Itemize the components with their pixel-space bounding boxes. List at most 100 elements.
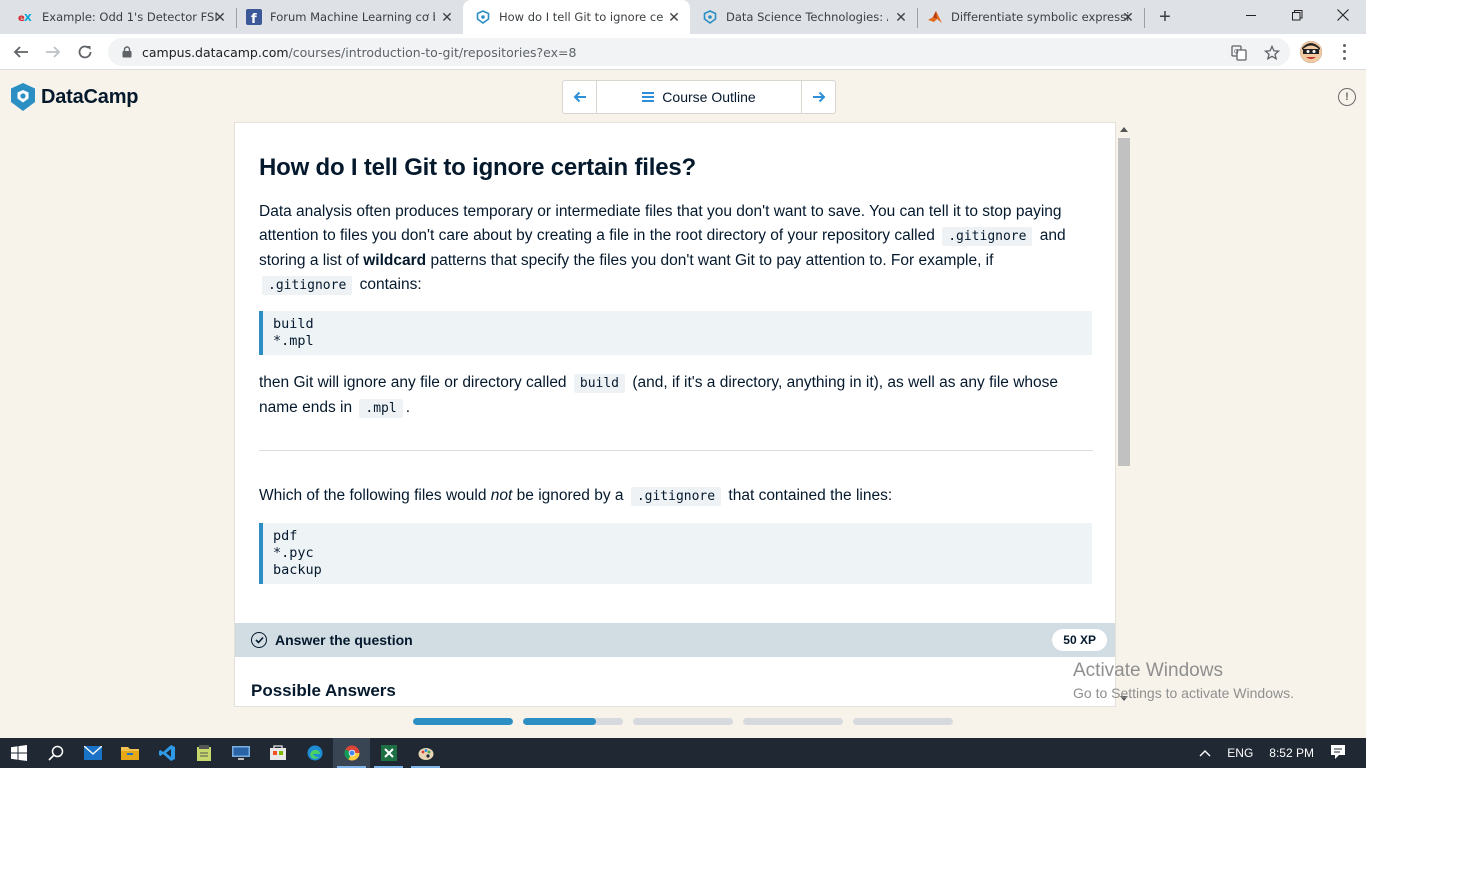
bold-text: wildcard	[363, 252, 427, 269]
bookmark-star-icon[interactable]	[1263, 44, 1281, 62]
course-outline-button[interactable]: Course Outline	[597, 81, 801, 113]
exercise-card: How do I tell Git to ignore certain file…	[234, 122, 1116, 707]
notifications-icon[interactable]	[1330, 744, 1346, 763]
check-circle-icon	[251, 632, 267, 648]
close-tab-icon[interactable]: ✕	[1120, 9, 1136, 25]
show-hidden-icons-icon[interactable]	[1199, 746, 1211, 760]
input-language-indicator[interactable]: ENG	[1227, 746, 1253, 760]
datacamp-logo-icon	[11, 83, 35, 111]
edge-icon[interactable]	[296, 738, 333, 768]
watermark-subtitle: Go to Settings to activate Windows.	[1073, 685, 1294, 701]
clock[interactable]: 8:52 PM	[1269, 746, 1314, 760]
browser-tab-strip: eX Example: Odd 1's Detector FSM ✕ f For…	[0, 0, 1366, 34]
back-button[interactable]	[9, 40, 33, 64]
brand-name: DataCamp	[41, 85, 139, 108]
text: patterns that specify the files you don'…	[430, 252, 994, 269]
progress-segment[interactable]	[523, 718, 623, 725]
translate-icon[interactable]: G	[1230, 44, 1248, 62]
browser-tab[interactable]: f Forum Machine Learning cơ bản ✕	[236, 0, 463, 34]
close-tab-icon[interactable]: ✕	[212, 9, 228, 25]
paint-icon[interactable]	[407, 738, 444, 768]
progress-segment[interactable]	[633, 718, 733, 725]
remote-desktop-icon[interactable]	[222, 738, 259, 768]
browser-menu-icon[interactable]	[1336, 42, 1352, 62]
inline-code: .gitignore	[630, 487, 722, 506]
progress-fill	[413, 718, 513, 725]
progress-segment[interactable]	[743, 718, 843, 725]
mail-icon[interactable]	[74, 738, 111, 768]
reload-button[interactable]	[73, 40, 97, 64]
excel-icon[interactable]	[370, 738, 407, 768]
scrollbar-thumb[interactable]	[1118, 138, 1130, 466]
store-icon[interactable]	[259, 738, 296, 768]
info-icon[interactable]: !	[1338, 88, 1356, 106]
svg-text:f: f	[251, 12, 257, 25]
answer-question-bar: Answer the question 50 XP	[235, 623, 1115, 657]
browser-tab[interactable]: eX Example: Odd 1's Detector FSM ✕	[0, 0, 237, 34]
inline-code: .mpl	[359, 399, 403, 418]
active-app-indicator	[337, 766, 366, 768]
close-tab-icon[interactable]: ✕	[666, 9, 682, 25]
previous-exercise-button[interactable]	[563, 81, 597, 113]
restore-button[interactable]	[1274, 0, 1320, 30]
progress-segment[interactable]	[413, 718, 513, 725]
windows-start-icon[interactable]	[0, 738, 37, 768]
code-line: build	[273, 316, 314, 332]
text: be ignored by a	[516, 487, 624, 504]
new-tab-button[interactable]: +	[1153, 5, 1177, 29]
notepad-icon[interactable]	[185, 738, 222, 768]
search-icon[interactable]	[37, 738, 74, 768]
xp-badge: 50 XP	[1052, 629, 1107, 651]
datacamp-logo[interactable]: DataCamp	[10, 82, 139, 112]
next-exercise-button[interactable]	[801, 81, 835, 113]
edx-icon: eX	[18, 9, 34, 25]
minimize-button[interactable]	[1228, 0, 1274, 30]
lock-icon	[120, 45, 134, 59]
watermark-title: Activate Windows	[1073, 660, 1223, 681]
browser-tab[interactable]: Differentiate symbolic expression ✕	[917, 0, 1145, 34]
system-tray: ENG 8:52 PM	[1191, 738, 1366, 768]
url-text[interactable]: campus.datacamp.com/courses/introduction…	[142, 45, 576, 60]
url-path: /courses/introduction-to-git/repositorie…	[288, 44, 577, 60]
windows-taskbar: ENG 8:52 PM	[0, 738, 1366, 768]
code-block-question: pdf *.pyc backup	[259, 523, 1092, 584]
browser-tab-active[interactable]: How do I tell Git to ignore certain file…	[463, 0, 690, 34]
tab-title: Example: Odd 1's Detector FSM	[42, 10, 217, 24]
facebook-icon: f	[246, 9, 262, 25]
inline-code: build	[573, 374, 626, 393]
file-explorer-icon[interactable]	[111, 738, 148, 768]
arrow-left-icon	[573, 91, 586, 103]
active-app-indicator	[411, 766, 440, 768]
close-window-button[interactable]	[1320, 0, 1366, 30]
close-tab-icon[interactable]: ✕	[893, 9, 909, 25]
svg-text:X: X	[24, 13, 32, 23]
browser-toolbar: campus.datacamp.com/courses/introduction…	[0, 34, 1366, 70]
address-bar[interactable]: campus.datacamp.com/courses/introduction…	[108, 38, 1290, 66]
tab-title: Differentiate symbolic expression	[951, 10, 1129, 24]
datacamp-app: DataCamp Course Outline ! How do I tell …	[0, 71, 1366, 738]
forward-button[interactable]	[41, 40, 65, 64]
close-tab-icon[interactable]: ✕	[439, 9, 455, 25]
progress-fill	[523, 718, 596, 725]
vscode-icon[interactable]	[148, 738, 185, 768]
datacamp-icon	[702, 9, 718, 25]
text: contains:	[359, 276, 422, 293]
text: Which of the following files would	[259, 487, 487, 504]
tab-title: Data Science Technologies: An	[726, 10, 888, 24]
content-scrollbar[interactable]	[1117, 122, 1131, 707]
text: then Git will ignore any file or directo…	[259, 374, 567, 391]
tab-separator	[1144, 8, 1145, 28]
code-line: *.pyc	[273, 545, 314, 561]
scroll-up-arrow-icon[interactable]	[1120, 127, 1128, 132]
course-outline-nav: Course Outline	[562, 80, 836, 114]
browser-tab[interactable]: Data Science Technologies: An ✕	[690, 0, 918, 34]
text: .	[405, 399, 410, 416]
progress-segment[interactable]	[853, 718, 953, 725]
url-host: campus.datacamp.com	[142, 44, 289, 60]
course-outline-label: Course Outline	[662, 89, 756, 105]
chrome-icon[interactable]	[333, 738, 370, 768]
answer-question-label: Answer the question	[275, 632, 413, 648]
profile-avatar[interactable]	[1300, 41, 1322, 63]
divider	[259, 450, 1093, 451]
possible-answers-heading: Possible Answers	[251, 681, 396, 700]
